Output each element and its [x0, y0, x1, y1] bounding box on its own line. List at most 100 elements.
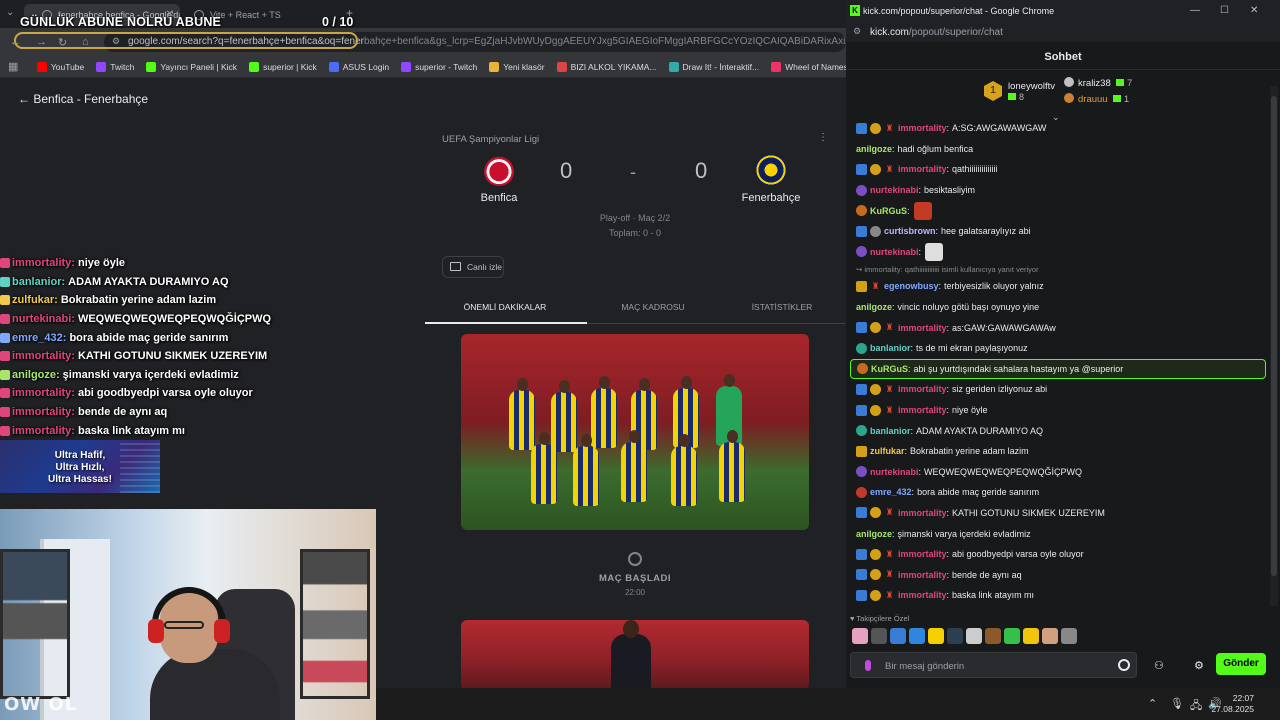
- chat-emote-icon[interactable]: [925, 242, 944, 261]
- network-icon[interactable]: 🖧: [1190, 697, 1202, 716]
- chat-message[interactable]: banlanior: ADAM AYAKTA DURAMIYO AQ: [846, 420, 1270, 441]
- emote-icon[interactable]: [890, 628, 906, 644]
- emote-icon[interactable]: [1061, 628, 1077, 644]
- chat-username[interactable]: anilgoze: [856, 529, 892, 539]
- chat-message[interactable]: ♜ immortality: niye öyle: [846, 400, 1270, 421]
- emote-icon[interactable]: [871, 628, 887, 644]
- chat-message[interactable]: ♜ immortality: as:GAW:GAWAWGAWAw: [846, 317, 1270, 338]
- emote-icon[interactable]: [852, 628, 868, 644]
- minimize-icon[interactable]: —: [1190, 5, 1200, 16]
- bookmark-item[interactable]: superior | Kick: [249, 56, 317, 72]
- tab-lineups[interactable]: MAÇ KADROSU: [583, 302, 723, 312]
- chat-username[interactable]: nurtekinabi: [870, 247, 919, 257]
- home-team[interactable]: Benfica: [449, 154, 549, 204]
- bookmark-item[interactable]: Twitch: [96, 56, 134, 72]
- chat-message[interactable]: curtisbrown: hee galatsaraylıyız abi: [846, 221, 1270, 242]
- chat-message[interactable]: nurtekinabi: besiktasliyim: [846, 180, 1270, 201]
- tab-stats[interactable]: İSTATİSTİKLER: [712, 302, 852, 312]
- send-message-button[interactable]: Gönder: [1216, 653, 1266, 675]
- popout-url[interactable]: kick.com/popout/superior/chat: [870, 27, 1003, 38]
- close-window-icon[interactable]: ✕: [1250, 5, 1258, 16]
- chat-username[interactable]: emre_432: [870, 487, 912, 497]
- chat-message[interactable]: ♜ immortality: KATHI GOTUNU SIKMEK UZEREYI…: [846, 503, 1270, 524]
- away-team[interactable]: Fenerbahçe: [721, 154, 821, 204]
- chat-message[interactable]: anilgoze: vincic noluyo götü başı oynuyo …: [846, 297, 1270, 318]
- chat-emote-icon[interactable]: [913, 201, 932, 220]
- emote-icon[interactable]: [909, 628, 925, 644]
- chat-username[interactable]: immortality: [898, 405, 947, 415]
- chat-username[interactable]: egenowbusy: [884, 281, 939, 291]
- more-options-icon[interactable]: ⋮: [818, 132, 828, 143]
- chat-username[interactable]: nurtekinabi: [870, 185, 919, 195]
- mic-icon[interactable]: [865, 660, 871, 671]
- bookmark-item[interactable]: Wheel of Names | R...: [771, 56, 846, 72]
- bookmark-item[interactable]: superior - Twitch: [401, 56, 477, 72]
- chat-username[interactable]: immortality: [898, 123, 947, 133]
- emote-icon[interactable]: [947, 628, 963, 644]
- chat-username[interactable]: anilgoze: [856, 144, 892, 154]
- tray-expand-icon[interactable]: ⌃: [1148, 697, 1157, 710]
- chat-message[interactable]: ♜ immortality: siz geriden izliyonuz abi: [846, 379, 1270, 400]
- apps-grid-icon[interactable]: ▦: [8, 60, 18, 73]
- chat-message[interactable]: anilgoze: hadi oğlum benfica: [846, 139, 1270, 160]
- chat-username[interactable]: immortality: [898, 384, 947, 394]
- chat-message[interactable]: ♜ immortality: bende de aynı aq: [846, 564, 1270, 585]
- chat-settings-icon[interactable]: ⚙: [1194, 659, 1204, 672]
- bookmark-item[interactable]: ASUS Login: [328, 56, 389, 72]
- chat-username[interactable]: immortality: [898, 508, 947, 518]
- microphone-icon[interactable]: 🎙: [1170, 697, 1184, 710]
- emote-icon[interactable]: [1042, 628, 1058, 644]
- leaderboard-second[interactable]: kraliz38 7: [1064, 77, 1132, 89]
- bookmark-item[interactable]: Draw It! - İnteraktif...: [668, 56, 759, 72]
- emote-icon[interactable]: [985, 628, 1001, 644]
- chat-scrollbar[interactable]: [1270, 86, 1278, 606]
- player-photo[interactable]: [461, 620, 809, 690]
- bookmark-item[interactable]: Yeni klasör: [489, 56, 545, 72]
- chat-message-input[interactable]: [885, 658, 1105, 674]
- emote-icon[interactable]: [1004, 628, 1020, 644]
- tab-key-moments[interactable]: ÖNEMLİ DAKİKALAR: [435, 302, 575, 312]
- chat-username[interactable]: immortality: [898, 570, 947, 580]
- bookmark-item[interactable]: YouTube: [36, 56, 84, 72]
- bookmark-item[interactable]: BIZI ALKOL YIKAMA...: [556, 56, 657, 72]
- bookmark-item[interactable]: Yayıncı Paneli | Kick: [146, 56, 237, 72]
- chat-username[interactable]: banlanior: [870, 343, 911, 353]
- chat-message[interactable]: ♜ immortality: A:SG:AWGAWAWGAW: [846, 118, 1270, 139]
- chat-message[interactable]: anilgoze: şimanski varya içerdeki evladim…: [846, 523, 1270, 544]
- emoji-picker-icon[interactable]: [1118, 659, 1130, 671]
- loyalty-points-icon[interactable]: ⚇: [1154, 659, 1164, 672]
- chat-username[interactable]: immortality: [898, 549, 947, 559]
- chat-username[interactable]: KuRGuS: [871, 364, 908, 374]
- system-clock[interactable]: 22:07 27.08.2025: [1211, 693, 1254, 715]
- team-photo[interactable]: [461, 334, 809, 530]
- emote-icon[interactable]: [1023, 628, 1039, 644]
- chat-message-mention[interactable]: KuRGuS: abi şu yurtdışındaki sahalara has…: [850, 358, 1266, 380]
- chat-message[interactable]: zulfukar: Bokrabatin yerine adam lazim: [846, 441, 1270, 462]
- chat-username[interactable]: anilgoze: [856, 302, 892, 312]
- chat-message[interactable]: emre_432: bora abide maç geride sanırım: [846, 482, 1270, 503]
- match-back-link[interactable]: ← Benfica - Fenerbahçe: [18, 92, 148, 106]
- emote-icon[interactable]: [928, 628, 944, 644]
- chat-username[interactable]: zulfukar: [870, 446, 905, 456]
- chat-message[interactable]: ♜ immortality: baska link atayım mı: [846, 585, 1270, 606]
- chat-username[interactable]: immortality: [898, 164, 947, 174]
- emote-icon[interactable]: [966, 628, 982, 644]
- chat-username[interactable]: immortality: [898, 323, 947, 333]
- chat-username[interactable]: banlanior: [870, 426, 911, 436]
- chat-input-box[interactable]: [850, 652, 1137, 678]
- chat-message[interactable]: nurtekinabi:: [846, 242, 1270, 263]
- chat-message[interactable]: nurtekinabi: WEQWEQWEQWEQPEQWQĞİÇPWQ: [846, 462, 1270, 483]
- chat-message-list[interactable]: ♜ immortality: A:SG:AWGAWAWGAW anilgoze: had…: [846, 118, 1270, 608]
- chat-username[interactable]: immortality: [898, 590, 947, 600]
- watch-live-button[interactable]: Canlı izle: [442, 256, 504, 278]
- chat-message[interactable]: banlanior: ts de mi ekran paylaşıyonuz: [846, 338, 1270, 359]
- chat-message[interactable]: ♜ egenowbusy: terbiyesizlik oluyor yalnız: [846, 276, 1270, 297]
- chat-username[interactable]: curtisbrown: [884, 226, 936, 236]
- chat-message[interactable]: ♜ immortality: abi goodbyedpi varsa oyle o…: [846, 544, 1270, 565]
- reply-context[interactable]: ↪ immortality: qathiiiiiiiiiiii isimli k…: [846, 262, 1270, 276]
- scrollbar-thumb[interactable]: [1271, 96, 1277, 576]
- leaderboard-third[interactable]: drauuu 1: [1064, 93, 1129, 105]
- tab-search-icon[interactable]: ⌄: [6, 7, 14, 18]
- chat-message[interactable]: KuRGuS:: [846, 200, 1270, 221]
- chat-message[interactable]: ♜ immortality: qathiiiiiiiiiiiiii: [846, 159, 1270, 180]
